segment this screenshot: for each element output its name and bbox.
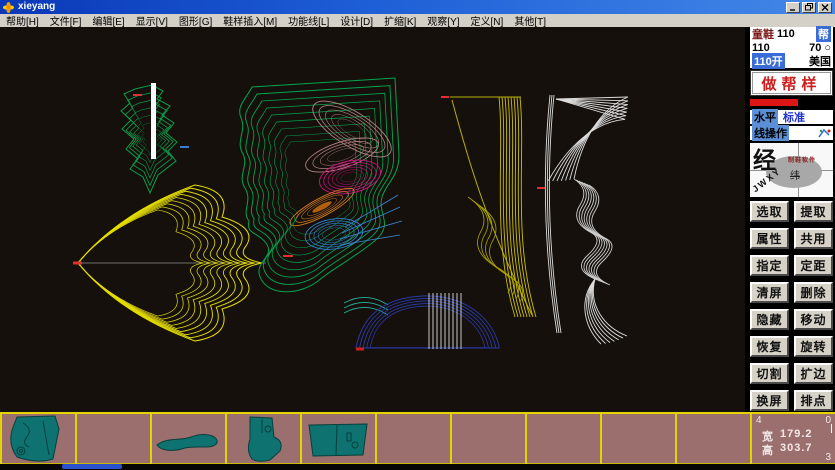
- brand-logo: 经 制鞋软件 纬 JWXY: [750, 143, 833, 197]
- minimize-button[interactable]: [786, 2, 800, 13]
- property-button[interactable]: 属性: [750, 228, 789, 249]
- application-window: xieyang 帮助[H] 文件[F] 编辑[E] 显示[V] 图形[G] 鞋样…: [0, 0, 835, 470]
- thumbnail-empty-4[interactable]: [527, 414, 602, 464]
- arrange-points-button[interactable]: 排点: [794, 390, 833, 411]
- region-label: 美国: [809, 53, 831, 69]
- menu-bar: 帮助[H] 文件[F] 编辑[E] 显示[V] 图形[G] 鞋样插入[M] 功能…: [0, 14, 835, 27]
- shoe-size-a: 110: [777, 28, 795, 40]
- rotate-button[interactable]: 旋转: [794, 336, 833, 357]
- piece-heel-counter[interactable]: [121, 85, 177, 193]
- taskbar-sliver: [62, 464, 122, 469]
- tool-button-grid: 选取 提取 属性 共用 指定 定距 清屏 删除 隐藏 移动 恢复 旋转 切割 扩…: [750, 201, 833, 411]
- toggle-line-op[interactable]: 线操作: [752, 125, 789, 141]
- delete-button[interactable]: 删除: [794, 282, 833, 303]
- status-tick: [831, 424, 832, 433]
- window-title: xieyang: [18, 2, 55, 12]
- shoe-size-b: 110: [752, 42, 770, 54]
- progress-bar: [750, 99, 798, 106]
- thumbnail-empty-2[interactable]: [377, 414, 452, 464]
- menu-item-edit[interactable]: 编辑[E]: [92, 13, 124, 28]
- status-corner-tl: 4: [756, 415, 762, 426]
- dimension-status-panel: 4 0 宽 179.2 高 303.7 3: [752, 414, 835, 464]
- status-corner-br: 3: [825, 452, 831, 463]
- fix-distance-button[interactable]: 定距: [794, 255, 833, 276]
- menu-item-file[interactable]: 文件[F]: [50, 13, 82, 28]
- menu-item-insert[interactable]: 鞋样插入[M]: [223, 13, 277, 28]
- hide-button[interactable]: 隐藏: [750, 309, 789, 330]
- minimize-icon: [789, 4, 797, 11]
- menu-item-funcline[interactable]: 功能线[L]: [288, 13, 329, 28]
- assign-button[interactable]: 指定: [750, 255, 789, 276]
- menu-item-design[interactable]: 设计[D]: [340, 13, 373, 28]
- height-value: 303.7: [780, 442, 813, 458]
- make-upper-pattern-button[interactable]: 做帮样: [750, 70, 833, 96]
- bootie-shape: [228, 415, 299, 463]
- circle-mark[interactable]: ○: [824, 42, 831, 54]
- menu-item-scale[interactable]: 扩缩[K]: [384, 13, 416, 28]
- thumbnail-bootie[interactable]: [227, 414, 302, 464]
- height-label: 高: [762, 442, 774, 458]
- logo-caption: 制鞋软件: [788, 155, 816, 164]
- bottom-edge-strip: [0, 464, 835, 470]
- restore-icon: [805, 3, 814, 11]
- thumbnail-empty-1[interactable]: [77, 414, 152, 464]
- menu-item-define[interactable]: 定义[N]: [471, 13, 504, 28]
- thumbnail-empty-5[interactable]: [602, 414, 677, 464]
- toggle-row-1: 水平 标准: [750, 110, 833, 124]
- menu-item-other[interactable]: 其他[T]: [514, 13, 546, 28]
- cut-button[interactable]: 切割: [750, 363, 789, 384]
- menu-item-help[interactable]: 帮助[H]: [6, 13, 39, 28]
- logo-sub-char: 纬: [790, 167, 800, 182]
- piece-sole-profile[interactable]: [356, 296, 499, 348]
- vamp-shape: [303, 415, 374, 463]
- boot-quarter-shape: [3, 415, 74, 463]
- line-op-icon: [818, 128, 831, 139]
- thumbnail-sole[interactable]: [152, 414, 227, 464]
- right-sidebar: 童鞋 110 帮 110 70 ○ 110开 美国 做帮样 水平 标准 线操作: [745, 27, 835, 412]
- thumbnail-empty-3[interactable]: [452, 414, 527, 464]
- menu-item-view[interactable]: 显示[V]: [136, 13, 168, 28]
- app-icon: [3, 2, 14, 13]
- piece-collar-crescent[interactable]: [531, 95, 628, 344]
- piece-magenta-ellipses[interactable]: [316, 155, 383, 199]
- pattern-filmstrip: 4 0 宽 179.2 高 303.7 3: [0, 412, 835, 464]
- menu-item-graph[interactable]: 图形[G]: [179, 13, 212, 28]
- share-button[interactable]: 共用: [794, 228, 833, 249]
- close-icon: [821, 4, 829, 11]
- shoe-size-c: 70: [809, 42, 821, 54]
- extract-button[interactable]: 提取: [794, 201, 833, 222]
- select-button[interactable]: 选取: [750, 201, 789, 222]
- shoe-info-row-3: 110开 美国: [750, 54, 833, 68]
- mode-tag[interactable]: 帮: [816, 26, 831, 42]
- expand-edge-button[interactable]: 扩边: [794, 363, 833, 384]
- thumbnail-empty-6[interactable]: [677, 414, 752, 464]
- menu-item-observe[interactable]: 观察[Y]: [427, 13, 459, 28]
- wireframe-drawing: [0, 27, 745, 412]
- piece-teal-waves[interactable]: [344, 297, 388, 315]
- restore-shape-button[interactable]: 恢复: [750, 336, 789, 357]
- shoe-info-row-1: 童鞋 110 帮: [750, 27, 833, 41]
- toggle-horizontal[interactable]: 水平: [752, 109, 778, 125]
- toggle-row-2: 线操作: [750, 126, 833, 140]
- size-mode-tag[interactable]: 110开: [752, 53, 785, 69]
- close-button[interactable]: [818, 2, 832, 13]
- piece-lining-mesh[interactable]: [302, 91, 399, 179]
- switch-screen-button[interactable]: 换屏: [750, 390, 789, 411]
- heel-center-bar: [151, 83, 156, 159]
- clear-screen-button[interactable]: 清屏: [750, 282, 789, 303]
- design-canvas[interactable]: [0, 27, 745, 412]
- shoe-type-label: 童鞋: [752, 26, 774, 42]
- thumbnail-boot-quarter[interactable]: [2, 414, 77, 464]
- thumbnail-vamp[interactable]: [302, 414, 377, 464]
- title-bar: xieyang: [0, 0, 835, 14]
- toggle-standard[interactable]: 标准: [783, 109, 805, 125]
- sole-shape: [153, 415, 224, 463]
- move-button[interactable]: 移动: [794, 309, 833, 330]
- piece-side-sliver[interactable]: [450, 97, 536, 317]
- restore-button[interactable]: [802, 2, 816, 13]
